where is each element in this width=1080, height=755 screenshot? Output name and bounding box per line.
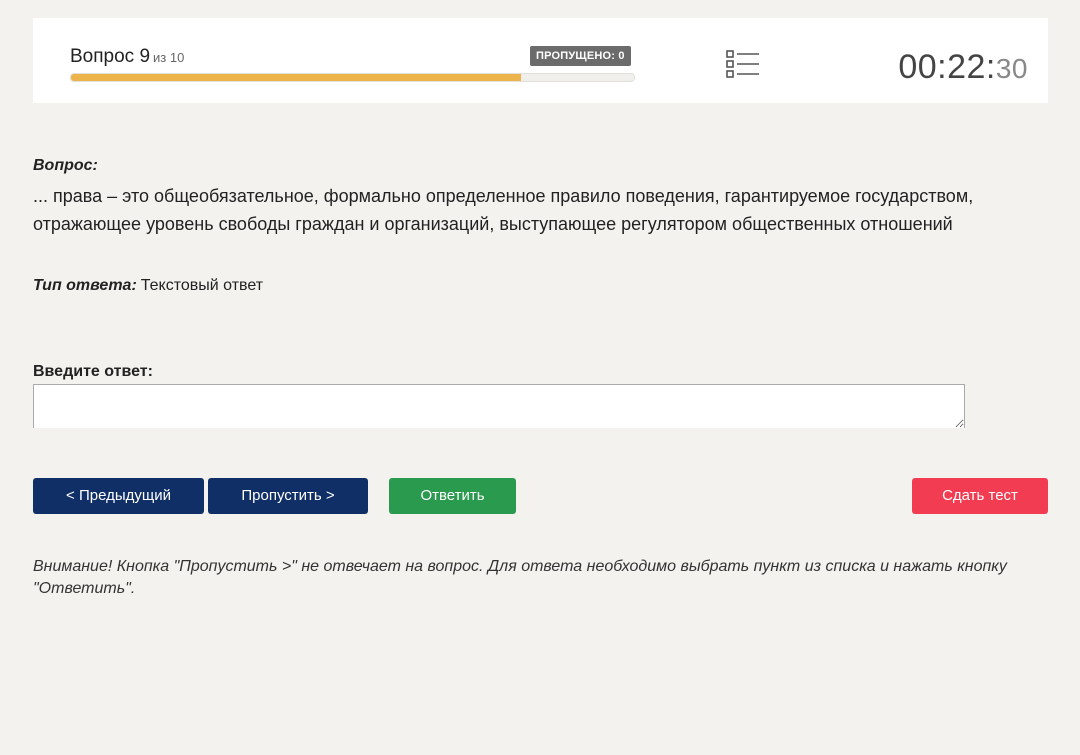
progress-bar (70, 73, 635, 82)
question-number: Вопрос 9 (70, 46, 151, 67)
progress-bar-fill (71, 74, 522, 81)
answer-type-value: Текстовый ответ (140, 277, 264, 294)
answer-type: Тип ответа: Текстовый ответ (33, 277, 263, 295)
timer: 00:22:30 (898, 48, 1028, 87)
answer-input[interactable] (33, 384, 965, 428)
question-counter: Вопрос 9 из 10 (70, 46, 184, 68)
submit-test-button[interactable]: Сдать тест (912, 478, 1048, 514)
list-icon[interactable] (726, 50, 760, 78)
test-header: Вопрос 9 из 10 ПРОПУЩЕНО: 0 00:22:30 (33, 18, 1048, 103)
question-total: из 10 (153, 50, 185, 65)
answer-type-label: Тип ответа: (33, 277, 137, 294)
answer-button[interactable]: Ответить (389, 478, 516, 514)
question-text: ... права – это общеобязательное, формал… (33, 186, 974, 234)
answer-input-label: Введите ответ: (33, 363, 153, 380)
previous-button[interactable]: < Предыдущий (33, 478, 204, 514)
skip-button[interactable]: Пропустить > (208, 478, 368, 514)
notice-text: Внимание! Кнопка "Пропустить >" не отвеч… (33, 558, 1007, 597)
timer-seconds: 30 (995, 53, 1028, 84)
timer-main: 00:22: (898, 48, 996, 86)
question-label: Вопрос: (33, 157, 98, 174)
skipped-badge: ПРОПУЩЕНО: 0 (530, 46, 631, 66)
